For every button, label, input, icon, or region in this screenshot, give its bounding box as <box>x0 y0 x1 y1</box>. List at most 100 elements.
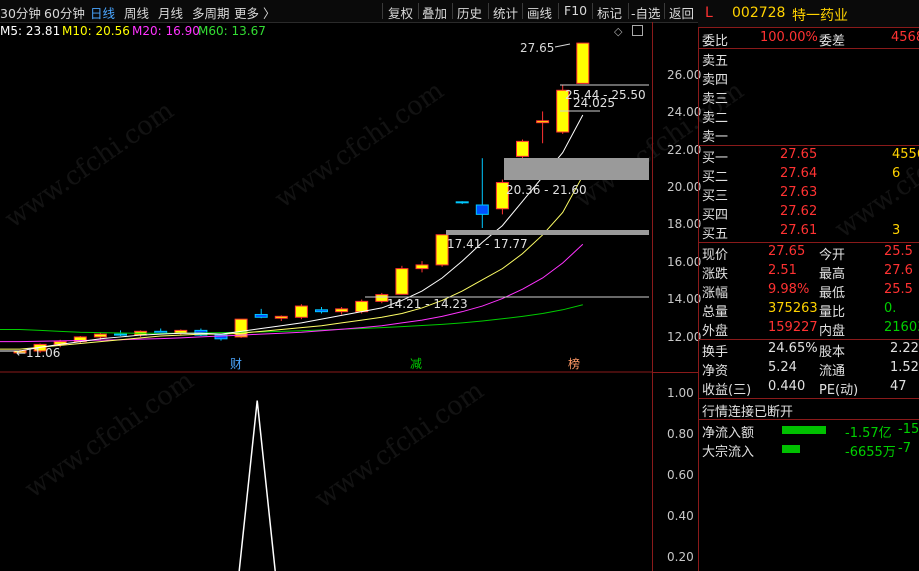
stat-value: 0. <box>884 301 897 316</box>
bid-price[interactable]: 27.65 <box>780 147 817 162</box>
stat-label: 最高 <box>819 267 846 282</box>
candle-body[interactable] <box>516 140 529 157</box>
price-tick: 24.00 <box>667 105 702 119</box>
bid-volume: 3 <box>892 223 901 238</box>
price-tick: 16.00 <box>667 255 702 269</box>
gap-label-20: 20.36 - 21.60 <box>506 183 587 197</box>
stat-value: 21603 <box>884 320 919 335</box>
bid-price[interactable]: 27.64 <box>780 166 817 181</box>
stat-label: 涨幅 <box>702 286 729 301</box>
stat-label: 净资 <box>702 364 729 379</box>
stat-value: 25.5 <box>884 244 913 259</box>
stat-value: 375263 <box>768 301 818 316</box>
indicator-tick: 0.80 <box>667 427 694 441</box>
stat-value: 5.24 <box>768 360 797 375</box>
stat-value: 27.6 <box>884 263 913 278</box>
stock-code[interactable]: 002728 <box>732 5 785 21</box>
stat-value: 0.440 <box>768 379 806 394</box>
signal-indicator <box>238 400 276 571</box>
candle-body[interactable] <box>455 201 469 204</box>
indicator-tick: 0.60 <box>667 468 694 482</box>
price-tick: 18.00 <box>667 217 702 231</box>
event-marker-finance[interactable]: 财 <box>230 357 242 371</box>
stat-label: 总量 <box>702 305 729 320</box>
flow-value: -7 <box>898 441 911 456</box>
gap-label-14: 14.21 - 14.23 <box>387 297 468 311</box>
stat-label: 外盘 <box>702 324 729 339</box>
price-tick: 20.00 <box>667 180 702 194</box>
bid-label: 买二 <box>702 170 729 185</box>
candle-body[interactable] <box>234 318 248 338</box>
candle-body[interactable] <box>274 315 288 319</box>
ma20-line <box>0 243 584 343</box>
stat-value: 47 <box>890 379 907 394</box>
bid-volume: 4556 <box>892 147 919 162</box>
stat-value: 25.5 <box>884 282 913 297</box>
price-tick: 12.00 <box>667 330 702 344</box>
bid-price[interactable]: 27.62 <box>780 204 817 219</box>
candle-body[interactable] <box>294 305 308 318</box>
candle-body[interactable] <box>254 313 268 318</box>
kline-chart[interactable]: 27.65 25.44 - 25.50 24.025 20.36 - 21.60… <box>0 0 652 571</box>
event-marker-rank[interactable]: 榜 <box>568 356 580 371</box>
candle-body[interactable] <box>475 204 489 215</box>
gap-zone-17 <box>446 230 649 235</box>
stat-label: 换手 <box>702 345 729 360</box>
stat-value: 1.52 <box>890 360 919 375</box>
price-tick: 22.00 <box>667 143 702 157</box>
bid-price[interactable]: 27.61 <box>780 223 817 238</box>
candle-body[interactable] <box>415 264 429 270</box>
gap-label-17: 17.41 - 17.77 <box>447 237 528 251</box>
stat-value: 24.65% <box>768 341 818 356</box>
ma10-line <box>0 175 584 350</box>
candle-body[interactable] <box>315 309 328 313</box>
stat-label: 流通 <box>819 364 846 379</box>
weibi-label: 委比 <box>702 34 729 49</box>
candle-body[interactable] <box>576 42 590 84</box>
stat-value: 9.98% <box>768 282 810 297</box>
low-label: ←11.06 <box>16 346 60 360</box>
bid-label: 买五 <box>702 227 729 242</box>
bid-label: 买一 <box>702 151 729 166</box>
signal-spike <box>238 400 276 571</box>
price-axis: 26.00 24.00 22.00 20.00 18.00 16.00 14.0… <box>652 22 702 571</box>
weicha-value: 4568 <box>891 30 919 45</box>
candle-body[interactable] <box>395 268 409 295</box>
flow-value: -1.57亿 <box>845 426 892 441</box>
connection-status: 行情连接已断开 <box>702 405 794 420</box>
weicha-label: 委差 <box>819 34 846 49</box>
candle-body[interactable] <box>114 333 127 336</box>
stat-label: 涨跌 <box>702 267 729 282</box>
stat-value: 159227 <box>768 320 818 335</box>
indicator-tick: 0.20 <box>667 550 694 564</box>
stat-label: 量比 <box>819 305 846 320</box>
sell4-label: 卖四 <box>702 73 729 88</box>
stat-value: 2.22 <box>890 341 919 356</box>
price-tick: 14.00 <box>667 292 702 306</box>
sell3-label: 卖三 <box>702 92 729 107</box>
stat-value: 2.51 <box>768 263 797 278</box>
stat-label: 今开 <box>819 248 846 263</box>
candle-body[interactable] <box>93 333 107 338</box>
stock-name[interactable]: 特一药业 <box>792 5 848 25</box>
back-button[interactable]: 返回 <box>669 3 694 22</box>
stat-label: 现价 <box>702 248 729 263</box>
sell1-label: 卖一 <box>702 130 729 145</box>
stat-label: 最低 <box>819 286 846 301</box>
candle-body[interactable] <box>335 308 349 313</box>
flow-label: 净流入额 <box>702 426 755 441</box>
stat-label: 收益(三) <box>702 383 752 398</box>
bid-price[interactable]: 27.63 <box>780 185 817 200</box>
flow-value: -6655万 <box>845 445 896 460</box>
limit-flag: L <box>705 5 713 21</box>
candle-body[interactable] <box>536 120 550 124</box>
indicator-tick: 0.40 <box>667 509 694 523</box>
stat-label: PE(动) <box>819 383 859 398</box>
bid-label: 买三 <box>702 189 729 204</box>
event-marker-reduce[interactable]: 减 <box>410 357 422 371</box>
candle-body[interactable] <box>355 300 369 313</box>
flow-label: 大宗流入 <box>702 445 755 460</box>
weibi-value: 100.00% <box>760 30 818 45</box>
candle-body[interactable] <box>375 294 389 302</box>
stat-label: 内盘 <box>819 324 846 339</box>
